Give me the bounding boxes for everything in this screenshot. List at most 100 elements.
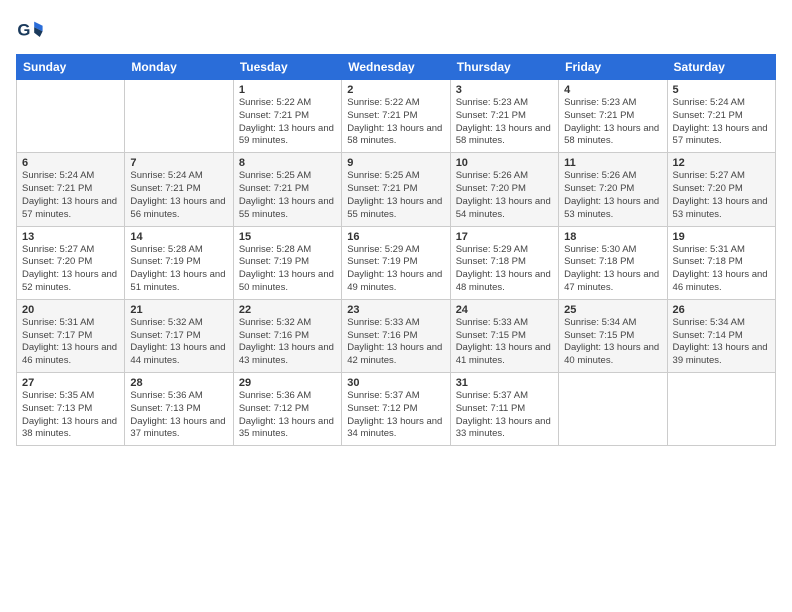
day-number: 13 xyxy=(22,231,119,243)
day-number: 14 xyxy=(130,231,227,243)
day-details: Sunrise: 5:25 AM Sunset: 7:21 PM Dayligh… xyxy=(347,170,444,221)
calendar-cell: 19Sunrise: 5:31 AM Sunset: 7:18 PM Dayli… xyxy=(667,226,775,299)
day-number: 2 xyxy=(347,84,444,96)
calendar-cell: 17Sunrise: 5:29 AM Sunset: 7:18 PM Dayli… xyxy=(450,226,558,299)
day-header-monday: Monday xyxy=(125,55,233,80)
day-header-friday: Friday xyxy=(559,55,667,80)
day-number: 6 xyxy=(22,157,119,169)
day-details: Sunrise: 5:26 AM Sunset: 7:20 PM Dayligh… xyxy=(456,170,553,221)
day-number: 16 xyxy=(347,231,444,243)
day-number: 5 xyxy=(673,84,770,96)
day-details: Sunrise: 5:34 AM Sunset: 7:15 PM Dayligh… xyxy=(564,317,661,368)
calendar-cell: 13Sunrise: 5:27 AM Sunset: 7:20 PM Dayli… xyxy=(17,226,125,299)
day-number: 22 xyxy=(239,304,336,316)
day-details: Sunrise: 5:36 AM Sunset: 7:13 PM Dayligh… xyxy=(130,390,227,441)
day-header-thursday: Thursday xyxy=(450,55,558,80)
day-number: 9 xyxy=(347,157,444,169)
day-details: Sunrise: 5:31 AM Sunset: 7:17 PM Dayligh… xyxy=(22,317,119,368)
calendar-cell: 10Sunrise: 5:26 AM Sunset: 7:20 PM Dayli… xyxy=(450,153,558,226)
logo: G xyxy=(16,16,48,44)
calendar-cell: 3Sunrise: 5:23 AM Sunset: 7:21 PM Daylig… xyxy=(450,80,558,153)
day-number: 20 xyxy=(22,304,119,316)
day-details: Sunrise: 5:36 AM Sunset: 7:12 PM Dayligh… xyxy=(239,390,336,441)
calendar-cell: 26Sunrise: 5:34 AM Sunset: 7:14 PM Dayli… xyxy=(667,299,775,372)
day-number: 12 xyxy=(673,157,770,169)
day-details: Sunrise: 5:35 AM Sunset: 7:13 PM Dayligh… xyxy=(22,390,119,441)
day-number: 23 xyxy=(347,304,444,316)
day-details: Sunrise: 5:29 AM Sunset: 7:19 PM Dayligh… xyxy=(347,244,444,295)
calendar-cell: 21Sunrise: 5:32 AM Sunset: 7:17 PM Dayli… xyxy=(125,299,233,372)
calendar-cell xyxy=(667,373,775,446)
day-details: Sunrise: 5:37 AM Sunset: 7:12 PM Dayligh… xyxy=(347,390,444,441)
calendar-cell: 28Sunrise: 5:36 AM Sunset: 7:13 PM Dayli… xyxy=(125,373,233,446)
calendar-cell: 14Sunrise: 5:28 AM Sunset: 7:19 PM Dayli… xyxy=(125,226,233,299)
calendar-cell: 4Sunrise: 5:23 AM Sunset: 7:21 PM Daylig… xyxy=(559,80,667,153)
day-number: 19 xyxy=(673,231,770,243)
svg-text:G: G xyxy=(17,21,30,40)
day-details: Sunrise: 5:27 AM Sunset: 7:20 PM Dayligh… xyxy=(22,244,119,295)
day-details: Sunrise: 5:24 AM Sunset: 7:21 PM Dayligh… xyxy=(22,170,119,221)
day-details: Sunrise: 5:25 AM Sunset: 7:21 PM Dayligh… xyxy=(239,170,336,221)
day-details: Sunrise: 5:29 AM Sunset: 7:18 PM Dayligh… xyxy=(456,244,553,295)
day-number: 27 xyxy=(22,377,119,389)
calendar-cell: 30Sunrise: 5:37 AM Sunset: 7:12 PM Dayli… xyxy=(342,373,450,446)
day-details: Sunrise: 5:23 AM Sunset: 7:21 PM Dayligh… xyxy=(456,97,553,148)
day-number: 29 xyxy=(239,377,336,389)
day-details: Sunrise: 5:23 AM Sunset: 7:21 PM Dayligh… xyxy=(564,97,661,148)
day-number: 25 xyxy=(564,304,661,316)
day-number: 15 xyxy=(239,231,336,243)
calendar-cell: 7Sunrise: 5:24 AM Sunset: 7:21 PM Daylig… xyxy=(125,153,233,226)
day-number: 11 xyxy=(564,157,661,169)
calendar-week-row: 6Sunrise: 5:24 AM Sunset: 7:21 PM Daylig… xyxy=(17,153,776,226)
calendar-cell: 29Sunrise: 5:36 AM Sunset: 7:12 PM Dayli… xyxy=(233,373,341,446)
calendar-week-row: 13Sunrise: 5:27 AM Sunset: 7:20 PM Dayli… xyxy=(17,226,776,299)
calendar-cell: 25Sunrise: 5:34 AM Sunset: 7:15 PM Dayli… xyxy=(559,299,667,372)
day-details: Sunrise: 5:28 AM Sunset: 7:19 PM Dayligh… xyxy=(239,244,336,295)
calendar-week-row: 20Sunrise: 5:31 AM Sunset: 7:17 PM Dayli… xyxy=(17,299,776,372)
calendar-table: SundayMondayTuesdayWednesdayThursdayFrid… xyxy=(16,54,776,446)
calendar-cell: 8Sunrise: 5:25 AM Sunset: 7:21 PM Daylig… xyxy=(233,153,341,226)
day-details: Sunrise: 5:22 AM Sunset: 7:21 PM Dayligh… xyxy=(347,97,444,148)
day-details: Sunrise: 5:33 AM Sunset: 7:15 PM Dayligh… xyxy=(456,317,553,368)
calendar-cell: 22Sunrise: 5:32 AM Sunset: 7:16 PM Dayli… xyxy=(233,299,341,372)
calendar-cell: 27Sunrise: 5:35 AM Sunset: 7:13 PM Dayli… xyxy=(17,373,125,446)
calendar-cell: 23Sunrise: 5:33 AM Sunset: 7:16 PM Dayli… xyxy=(342,299,450,372)
calendar-cell: 15Sunrise: 5:28 AM Sunset: 7:19 PM Dayli… xyxy=(233,226,341,299)
calendar-week-row: 27Sunrise: 5:35 AM Sunset: 7:13 PM Dayli… xyxy=(17,373,776,446)
day-details: Sunrise: 5:24 AM Sunset: 7:21 PM Dayligh… xyxy=(130,170,227,221)
calendar-cell: 5Sunrise: 5:24 AM Sunset: 7:21 PM Daylig… xyxy=(667,80,775,153)
day-details: Sunrise: 5:26 AM Sunset: 7:20 PM Dayligh… xyxy=(564,170,661,221)
calendar-cell: 31Sunrise: 5:37 AM Sunset: 7:11 PM Dayli… xyxy=(450,373,558,446)
day-details: Sunrise: 5:33 AM Sunset: 7:16 PM Dayligh… xyxy=(347,317,444,368)
calendar-week-row: 1Sunrise: 5:22 AM Sunset: 7:21 PM Daylig… xyxy=(17,80,776,153)
day-number: 10 xyxy=(456,157,553,169)
day-details: Sunrise: 5:32 AM Sunset: 7:17 PM Dayligh… xyxy=(130,317,227,368)
day-number: 21 xyxy=(130,304,227,316)
day-header-saturday: Saturday xyxy=(667,55,775,80)
day-details: Sunrise: 5:28 AM Sunset: 7:19 PM Dayligh… xyxy=(130,244,227,295)
calendar-cell: 6Sunrise: 5:24 AM Sunset: 7:21 PM Daylig… xyxy=(17,153,125,226)
day-number: 4 xyxy=(564,84,661,96)
calendar-cell: 12Sunrise: 5:27 AM Sunset: 7:20 PM Dayli… xyxy=(667,153,775,226)
day-number: 7 xyxy=(130,157,227,169)
day-number: 1 xyxy=(239,84,336,96)
day-number: 30 xyxy=(347,377,444,389)
calendar-cell: 24Sunrise: 5:33 AM Sunset: 7:15 PM Dayli… xyxy=(450,299,558,372)
day-details: Sunrise: 5:30 AM Sunset: 7:18 PM Dayligh… xyxy=(564,244,661,295)
day-number: 31 xyxy=(456,377,553,389)
day-details: Sunrise: 5:37 AM Sunset: 7:11 PM Dayligh… xyxy=(456,390,553,441)
day-details: Sunrise: 5:34 AM Sunset: 7:14 PM Dayligh… xyxy=(673,317,770,368)
day-header-wednesday: Wednesday xyxy=(342,55,450,80)
day-number: 26 xyxy=(673,304,770,316)
calendar-cell: 2Sunrise: 5:22 AM Sunset: 7:21 PM Daylig… xyxy=(342,80,450,153)
logo-icon: G xyxy=(16,16,44,44)
day-details: Sunrise: 5:31 AM Sunset: 7:18 PM Dayligh… xyxy=(673,244,770,295)
day-number: 17 xyxy=(456,231,553,243)
day-number: 8 xyxy=(239,157,336,169)
calendar-cell: 1Sunrise: 5:22 AM Sunset: 7:21 PM Daylig… xyxy=(233,80,341,153)
day-number: 28 xyxy=(130,377,227,389)
day-details: Sunrise: 5:32 AM Sunset: 7:16 PM Dayligh… xyxy=(239,317,336,368)
day-details: Sunrise: 5:22 AM Sunset: 7:21 PM Dayligh… xyxy=(239,97,336,148)
day-header-tuesday: Tuesday xyxy=(233,55,341,80)
day-number: 3 xyxy=(456,84,553,96)
